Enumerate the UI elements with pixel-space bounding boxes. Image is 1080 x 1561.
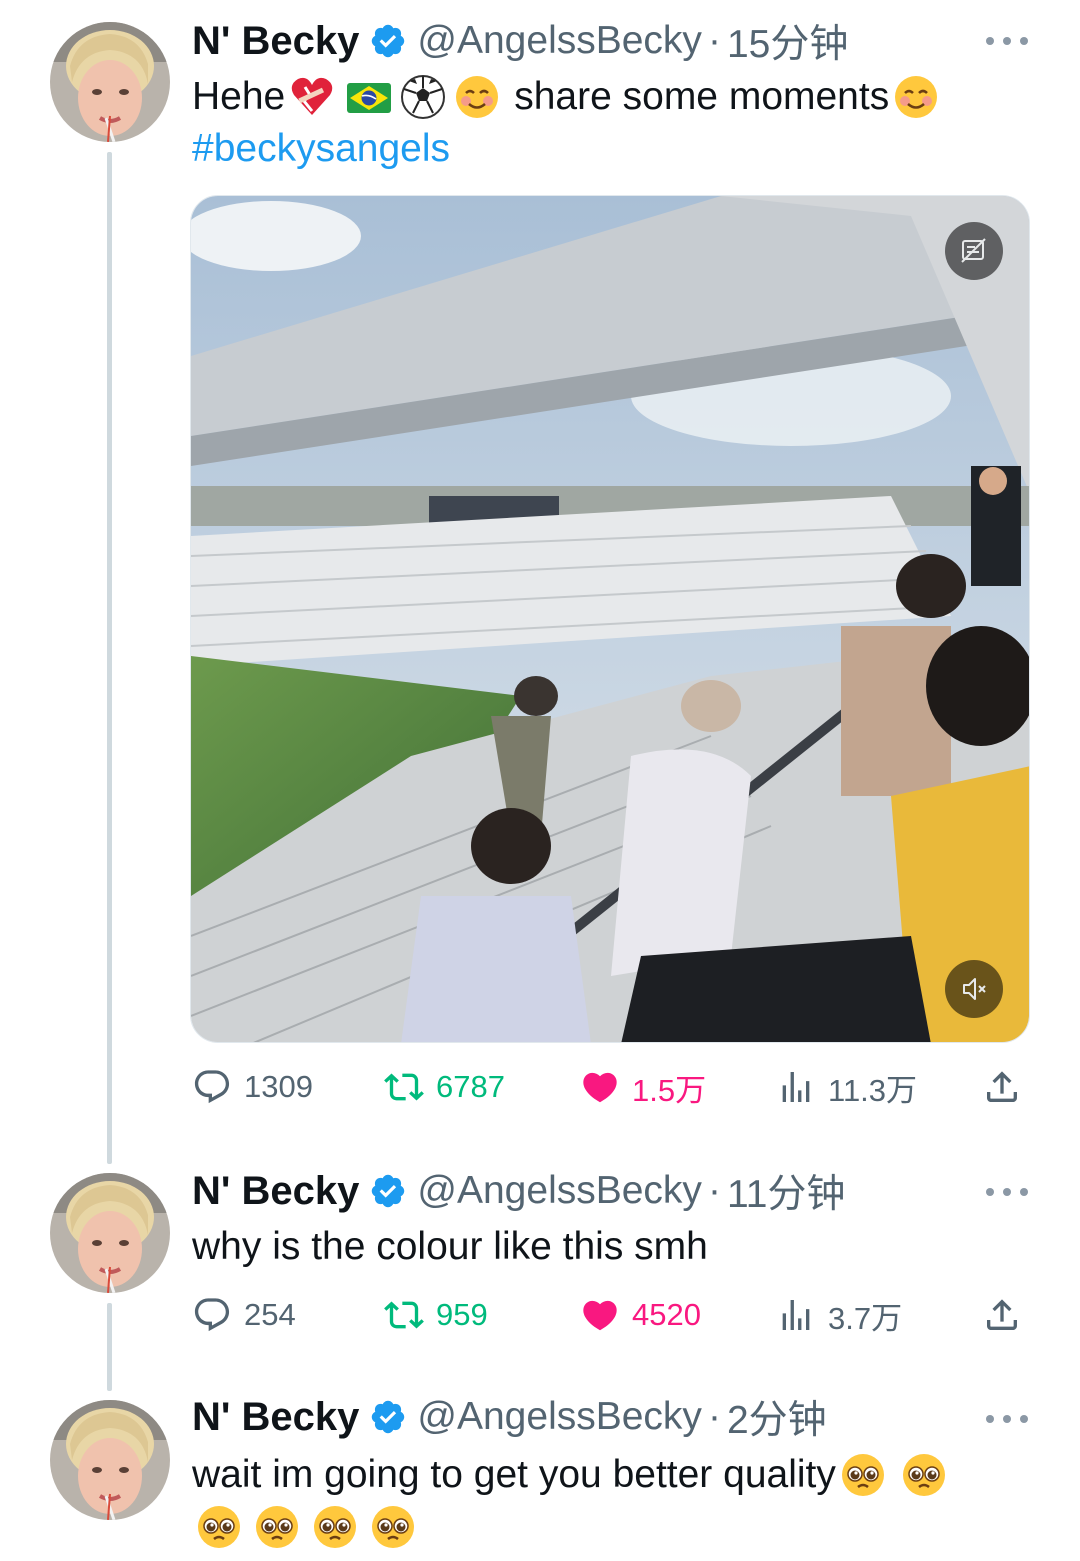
tweet-text: Hehe share some moments <box>192 70 943 124</box>
author-handle[interactable]: @AngelssBecky <box>417 1169 702 1213</box>
views-button[interactable]: 3.7万 <box>776 1290 902 1340</box>
retweet-icon <box>384 1301 424 1329</box>
pleading-face-emoji <box>369 1503 417 1551</box>
pleading-face-emoji <box>311 1503 359 1551</box>
author-name[interactable]: N' Becky <box>192 1169 359 1214</box>
pleading-face-emoji <box>839 1451 887 1499</box>
share-icon <box>987 1299 1017 1330</box>
author-name[interactable]: N' Becky <box>192 1395 359 1440</box>
reply-button[interactable]: 1309 <box>192 1062 313 1112</box>
alt-text-icon[interactable] <box>945 222 1003 280</box>
avatar[interactable] <box>50 1400 170 1520</box>
verified-badge-icon <box>369 1172 407 1210</box>
author-handle[interactable]: @AngelssBecky <box>417 1395 702 1439</box>
share-button[interactable] <box>982 1062 1034 1112</box>
reply-icon <box>194 1298 230 1332</box>
verified-badge-icon <box>369 22 407 60</box>
like-button[interactable]: 1.5万 <box>580 1062 706 1112</box>
timestamp[interactable]: 11分钟 <box>727 1163 846 1219</box>
separator-dot: · <box>707 1169 721 1212</box>
separator-dot: · <box>707 1395 721 1438</box>
analytics-icon <box>782 1300 810 1330</box>
timestamp[interactable]: 15分钟 <box>727 13 848 69</box>
reply-count: 254 <box>244 1297 296 1332</box>
tweet[interactable]: N' Becky @AngelssBecky · 11分钟 why is the… <box>0 1150 1080 1380</box>
like-button[interactable]: 4520 <box>580 1290 701 1340</box>
tweet-header: N' Becky @AngelssBecky · 11分钟 <box>192 1163 846 1219</box>
brazil-flag-emoji <box>345 73 393 121</box>
like-count: 1.5万 <box>632 1072 707 1108</box>
view-count: 3.7万 <box>828 1300 903 1336</box>
reply-button[interactable]: 254 <box>192 1290 296 1340</box>
soccer-ball-emoji <box>399 73 447 121</box>
smiling-face-emoji <box>892 73 940 121</box>
pleading-face-emoji <box>195 1503 243 1551</box>
mended-heart-emoji <box>288 73 336 121</box>
retweet-button[interactable]: 959 <box>384 1290 488 1340</box>
tweet-text-body: wait im going to get you better quality <box>192 1453 836 1496</box>
tweet-text-emoji-line <box>192 1500 420 1554</box>
reply-count: 1309 <box>244 1069 313 1104</box>
pleading-face-emoji <box>900 1451 948 1499</box>
avatar[interactable] <box>50 1173 170 1293</box>
view-count: 11.3万 <box>828 1072 918 1108</box>
retweet-icon <box>384 1073 424 1101</box>
avatar[interactable] <box>50 22 170 142</box>
heart-filled-icon <box>583 1072 617 1103</box>
more-options-icon[interactable] <box>986 1412 1028 1426</box>
tweet-text: why is the colour like this smh <box>192 1225 708 1268</box>
hashtag-link[interactable]: #beckysangels <box>192 124 450 174</box>
verified-badge-icon <box>369 1398 407 1436</box>
tweet-header: N' Becky @AngelssBecky · 2分钟 <box>192 1389 827 1445</box>
share-button[interactable] <box>982 1290 1034 1340</box>
heart-filled-icon <box>583 1300 617 1331</box>
tweet-actions: 254 959 4520 3.7万 <box>192 1290 1032 1340</box>
tweet[interactable]: N' Becky @AngelssBecky · 2分钟 wait im goi… <box>0 1376 1080 1561</box>
author-name[interactable]: N' Becky <box>192 19 359 64</box>
more-options-icon[interactable] <box>986 1185 1028 1199</box>
separator-dot: · <box>707 19 721 62</box>
retweet-count: 959 <box>436 1297 488 1332</box>
timestamp[interactable]: 2分钟 <box>727 1389 827 1445</box>
reply-icon <box>194 1070 230 1104</box>
retweet-button[interactable]: 6787 <box>384 1062 505 1112</box>
tweet-header: N' Becky @AngelssBecky · 15分钟 <box>192 13 848 69</box>
retweet-count: 6787 <box>436 1069 505 1104</box>
tweet-text-prefix: Hehe <box>192 75 286 118</box>
smiling-face-emoji <box>453 73 501 121</box>
share-icon <box>987 1071 1017 1102</box>
video-frame <box>191 196 1029 1042</box>
pleading-face-emoji <box>253 1503 301 1551</box>
author-handle[interactable]: @AngelssBecky <box>417 19 702 63</box>
views-button[interactable]: 11.3万 <box>776 1062 917 1112</box>
tweet-text-middle: share some moments <box>514 75 890 118</box>
tweet[interactable]: N' Becky @AngelssBecky · 15分钟 Hehe share… <box>0 0 1080 1150</box>
more-options-icon[interactable] <box>986 34 1028 48</box>
like-count: 4520 <box>632 1297 701 1332</box>
tweet-video[interactable] <box>190 195 1030 1043</box>
analytics-icon <box>782 1072 810 1102</box>
muted-speaker-icon[interactable] <box>945 960 1003 1018</box>
tweet-text: wait im going to get you better quality <box>192 1448 951 1502</box>
tweet-actions: 1309 6787 1.5万 11.3万 <box>192 1062 1032 1112</box>
